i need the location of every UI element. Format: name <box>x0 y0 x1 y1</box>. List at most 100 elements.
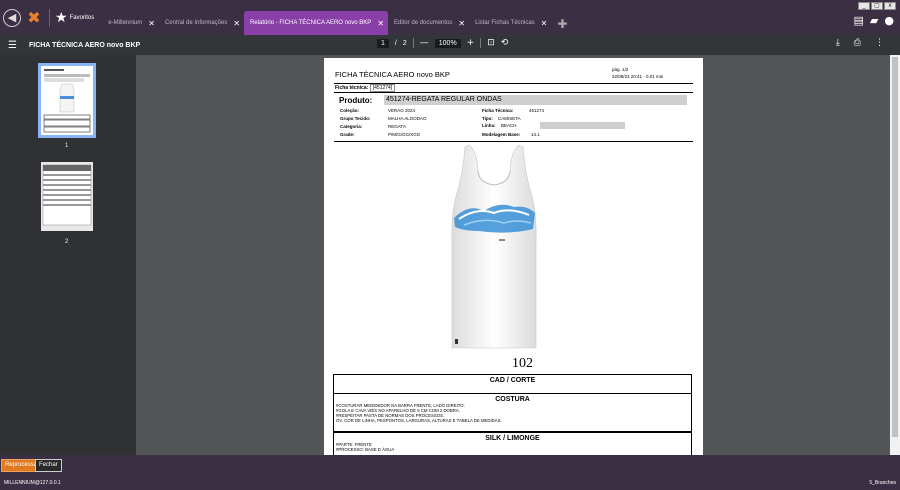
ficha-label: Ficha técnica: <box>335 85 369 91</box>
page-info: pág. 1/2 22/08/23 20:41 - 0.01 min <box>612 66 663 80</box>
costura-section: COSTURA #COSTURAR MEDIDEDOR NA BARRA FRE… <box>333 394 692 432</box>
connection-status: MILLENNIUM@127.0.0.1 <box>4 480 61 486</box>
tab-list: e-Millennium ✕ Central de Informações ✕ Re… <box>102 0 567 35</box>
zoom-level-input[interactable]: 100% <box>434 38 461 48</box>
zoom-out-button[interactable]: — <box>420 38 429 48</box>
modelagem-value: 14.1 <box>531 132 540 137</box>
thumbnail-sidebar: 1 2 <box>0 55 136 455</box>
divider <box>334 141 693 142</box>
user-icon[interactable]: ● <box>884 14 894 27</box>
tab-label: e-Millennium <box>108 20 143 26</box>
rotate-icon[interactable]: ⟲ <box>501 38 509 48</box>
back-arrow-icon[interactable]: ◀ <box>3 8 21 27</box>
divider <box>334 92 693 93</box>
tipo-value: CAMISETA <box>498 116 521 121</box>
categoria-value: REGATA <box>388 124 406 129</box>
favorites-label: Favoritos <box>69 14 95 21</box>
menu-icon[interactable]: ☰ <box>8 40 17 51</box>
star-logo-icon[interactable]: ✖ <box>25 8 43 27</box>
more-options-icon[interactable]: ⋮ <box>875 38 884 48</box>
pdf-toolbar: ☰ FICHA TÉCNICA AERO novo BKP 1 / 2 — 10… <box>0 35 900 55</box>
pdf-viewer[interactable]: FICHA TÉCNICA AERO novo BKP pág. 1/2 22/… <box>136 55 890 455</box>
ficha-value: [451274] <box>369 84 396 92</box>
divider <box>412 38 414 48</box>
tipo-label: Tipo: <box>482 116 493 121</box>
right-tools: ⤓ ⎙ ⋮ <box>836 38 884 48</box>
close-tab-icon[interactable]: ✕ <box>148 19 155 28</box>
close-tab-icon[interactable]: ✕ <box>233 19 240 28</box>
colecao-value: VERAO 2024 <box>388 108 416 113</box>
action-bar: Reprocessar Fechar <box>0 455 900 475</box>
status-bar: MILLENNIUM@127.0.0.1 5_Branches <box>0 475 900 490</box>
download-icon[interactable]: ⤓ <box>836 38 840 48</box>
favorites-button[interactable]: ★ Favoritos <box>49 8 95 27</box>
page-number-input[interactable]: 1 <box>377 38 389 48</box>
page-separator: / <box>394 39 397 47</box>
produto-value: 451274-REGATA REGULAR ONDAS <box>384 95 687 105</box>
grade-label: Grade: <box>340 132 355 137</box>
document-title: FICHA TÉCNICA AERO novo BKP <box>335 70 450 79</box>
silk-title: SILK / LIMONGE <box>485 435 540 442</box>
tab-label: Editor de documentos <box>394 20 453 26</box>
linha-value: BEACH <box>501 123 517 128</box>
maximize-button[interactable]: ▢ <box>871 2 883 10</box>
costura-line: OV. COR DE LINHA, PESPONTOS, LARGURAS, A… <box>336 418 502 423</box>
report-icon[interactable]: ▤ <box>854 14 864 27</box>
linha-highlight <box>540 122 625 129</box>
page-thumbnail-2[interactable] <box>41 162 93 231</box>
close-window-button[interactable]: x <box>884 2 896 10</box>
pdf-page: FICHA TÉCNICA AERO novo BKP pág. 1/2 22/… <box>324 58 703 455</box>
grupo-tecido-value: MALHA ALGODAO <box>388 116 427 121</box>
window-controls: _ ▢ x <box>858 2 896 10</box>
tab-editor-documentos[interactable]: Editor de documentos ✕ <box>388 11 469 35</box>
tab-label: Relatório - FICHA TÉCNICA AERO novo BKP <box>250 20 372 26</box>
page-total: 2 <box>402 39 407 47</box>
silk-section: SILK / LIMONGE #PARTE: FRENTE #PROCESSO:… <box>333 432 692 455</box>
page-thumbnail-1[interactable] <box>38 63 96 138</box>
ficha-tecnica-label: Ficha Técnica: <box>482 108 514 113</box>
cad-corte-section: CAD / CORTE <box>333 374 692 394</box>
print-icon[interactable]: ⎙ <box>854 38 861 48</box>
divider <box>480 38 482 48</box>
vertical-scrollbar[interactable] <box>890 55 900 455</box>
page-label: pág. 1/2 <box>612 67 629 72</box>
costura-title: COSTURA <box>495 396 530 403</box>
ficha-row: Ficha técnica: [451274] <box>335 84 396 92</box>
colecao-label: Coleção: <box>340 108 360 113</box>
tab-listar-fichas[interactable]: Listar Fichas Técnicas ✕ <box>469 11 551 35</box>
page-controls: 1 / 2 — 100% + ⊡ ⟲ <box>377 38 508 48</box>
tab-label: Listar Fichas Técnicas <box>475 20 535 26</box>
fit-page-icon[interactable]: ⊡ <box>487 38 495 48</box>
sample-number: 102 <box>512 356 533 371</box>
tab-bar: ◀ ✖ ★ Favoritos e-Millennium ✕ Central de… <box>0 0 900 35</box>
cad-corte-title: CAD / CORTE <box>489 377 536 384</box>
grade-value: P/M/G/GG/XGG <box>388 132 421 137</box>
linha-label: Linha: <box>482 123 496 128</box>
zoom-in-button[interactable]: + <box>467 38 475 48</box>
pdf-title: FICHA TÉCNICA AERO novo BKP <box>28 41 141 49</box>
scrollbar-thumb[interactable] <box>892 57 898 437</box>
tab-relatorio[interactable]: Relatório - FICHA TÉCNICA AERO novo BKP ✕ <box>244 11 389 35</box>
tab-central-informacoes[interactable]: Central de Informações ✕ <box>159 11 244 35</box>
close-button[interactable]: Fechar <box>35 459 62 472</box>
minimize-button[interactable]: _ <box>858 2 870 10</box>
produto-label: Produto: <box>339 96 373 105</box>
product-image <box>451 144 537 349</box>
branches-status: 5_Branches <box>869 480 896 486</box>
grupo-tecido-label: Grupo Tecido: <box>340 116 371 121</box>
close-tab-icon[interactable]: ✕ <box>377 19 384 28</box>
ficha-tecnica-value: 451274 <box>529 108 545 113</box>
chat-icon[interactable]: ▰ <box>870 14 878 27</box>
close-tab-icon[interactable]: ✕ <box>458 19 465 28</box>
modelagem-label: Modelagem Base: <box>482 132 521 137</box>
print-datetime: 22/08/23 20:41 - 0.01 min <box>612 74 664 79</box>
tab-emillennium[interactable]: e-Millennium ✕ <box>102 11 159 35</box>
top-right-icons: ▤ ▰ ● <box>854 14 894 27</box>
star-icon: ★ <box>55 9 68 26</box>
thumbnail-number: 2 <box>65 239 69 245</box>
close-tab-icon[interactable]: ✕ <box>541 19 548 28</box>
tab-label: Central de Informações <box>164 20 228 26</box>
categoria-label: Categoria: <box>340 124 363 129</box>
silk-line: #PROCESSO: BASE D ÁGUA <box>336 447 395 452</box>
new-tab-icon[interactable]: ✚ <box>557 17 567 31</box>
